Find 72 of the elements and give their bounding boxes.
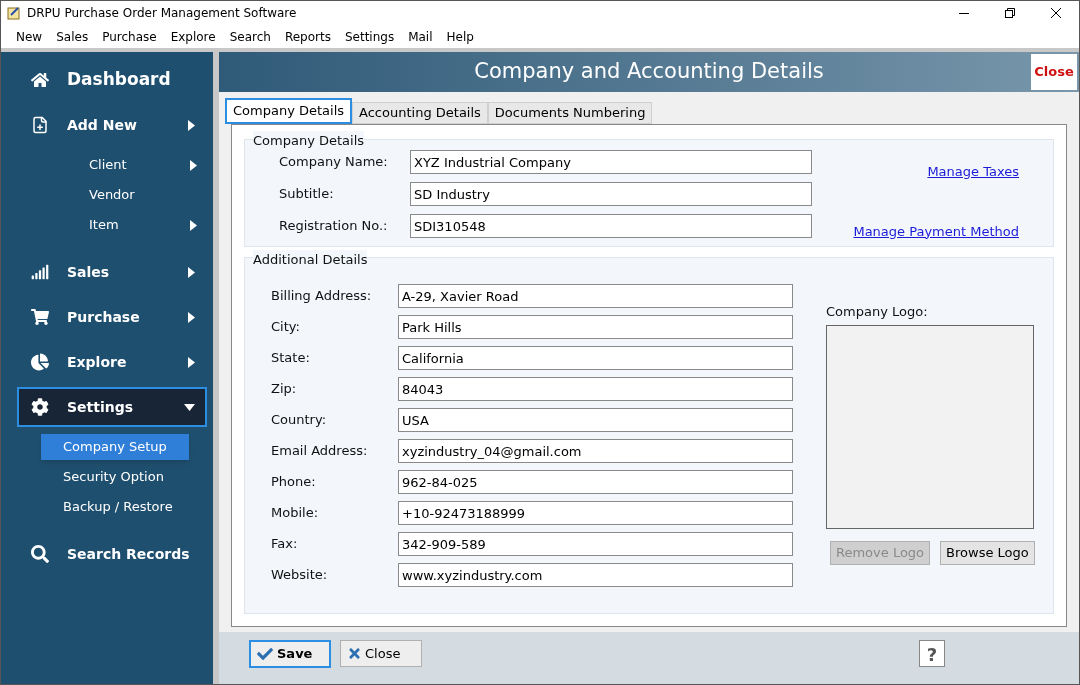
header-title: Company and Accounting Details	[474, 58, 824, 86]
input-field[interactable]: 84043	[398, 377, 793, 401]
field-label: City:	[271, 318, 301, 337]
menu-item[interactable]: Help	[439, 27, 481, 46]
sidebar-item[interactable]: Sales	[17, 252, 207, 292]
input-field[interactable]: A-29, Xavier Road	[398, 284, 793, 308]
link[interactable]: Manage Payment Method	[853, 221, 1019, 241]
check-icon	[257, 646, 273, 662]
help-button[interactable]: ?	[919, 640, 945, 667]
sidebar-subitem[interactable]: Vendor	[67, 182, 157, 208]
input-field[interactable]: +10-92473188999	[398, 501, 793, 525]
field-label: Phone:	[271, 473, 317, 492]
app-logo-icon	[7, 6, 21, 20]
logo-button[interactable]: Browse Logo	[940, 540, 1035, 565]
input-field[interactable]: SDI310548	[410, 214, 812, 238]
home-icon	[31, 71, 49, 89]
sidebar-subitem[interactable]: Client	[67, 152, 149, 178]
sidebar-item[interactable]: Purchase	[17, 297, 207, 337]
cart-icon	[31, 308, 49, 326]
group-title: Company Details	[253, 131, 365, 151]
field-label: Company Name:	[279, 153, 389, 172]
input-field[interactable]: www.xyzindustry.com	[398, 563, 793, 587]
input-field[interactable]: XYZ Industrial Company	[410, 150, 812, 174]
sidebar-subitem[interactable]: Backup / Restore	[41, 494, 195, 520]
input-field[interactable]: 962-84-025	[398, 470, 793, 494]
input-field[interactable]: 342-909-589	[398, 532, 793, 556]
tab[interactable]: Documents Numbering	[487, 102, 653, 124]
sidebar-item[interactable]: Explore	[17, 342, 207, 382]
input-field[interactable]: California	[398, 346, 793, 370]
input-field[interactable]: USA	[398, 408, 793, 432]
field-label: State:	[271, 349, 311, 368]
menu-item[interactable]: Search	[222, 27, 278, 46]
tab[interactable]: Company Details	[225, 98, 353, 124]
close-button[interactable]: Close	[1031, 54, 1077, 90]
logo-label: Company Logo:	[826, 303, 929, 321]
file-plus-icon	[31, 116, 49, 134]
menu-item[interactable]: Explore	[163, 27, 223, 46]
close-button[interactable]: Close	[340, 640, 422, 667]
tab[interactable]: Accounting Details	[352, 102, 488, 124]
window-title: DRPU Purchase Order Management Software	[27, 5, 297, 22]
field-label: Mobile:	[271, 504, 320, 523]
bar-chart-icon	[31, 263, 49, 281]
save-button[interactable]: Save	[249, 640, 331, 668]
pie-chart-icon	[31, 353, 49, 371]
field-label: Billing Address:	[271, 287, 373, 306]
menu-item[interactable]: Mail	[401, 27, 440, 46]
field-label: Country:	[271, 411, 328, 430]
field-label: Zip:	[271, 380, 298, 399]
input-field[interactable]: xyzindustry_04@gmail.com	[398, 439, 793, 463]
field-label: Subtitle:	[279, 185, 335, 204]
search-icon	[31, 545, 49, 563]
input-field[interactable]: SD Industry	[410, 182, 812, 206]
sidebar-subitem[interactable]: Security Option	[41, 464, 186, 490]
sidebar-item[interactable]: Settings	[17, 387, 207, 427]
sidebar-item[interactable]: Add New	[17, 105, 207, 145]
field-label: Fax:	[271, 535, 299, 554]
menu-item[interactable]: Purchase	[95, 27, 164, 46]
sidebar-item[interactable]: Search Records	[17, 534, 207, 574]
menu-item[interactable]: Settings	[337, 27, 402, 46]
link[interactable]: Manage Taxes	[927, 162, 1019, 182]
field-label: Registration No.:	[279, 217, 389, 236]
sidebar-item[interactable]: Dashboard	[17, 60, 207, 100]
menu-item[interactable]: Sales	[49, 27, 96, 46]
menu-item[interactable]: Reports	[277, 27, 338, 46]
input-field[interactable]: Park Hills	[398, 315, 793, 339]
gear-icon	[31, 398, 49, 416]
field-label: Website:	[271, 566, 329, 585]
field-label: Email Address:	[271, 442, 369, 461]
sidebar-subitem[interactable]: Item	[67, 212, 141, 238]
sidebar-subitem[interactable]: Company Setup	[41, 434, 189, 460]
menu-item[interactable]: New	[9, 27, 50, 46]
close-icon	[347, 646, 362, 661]
